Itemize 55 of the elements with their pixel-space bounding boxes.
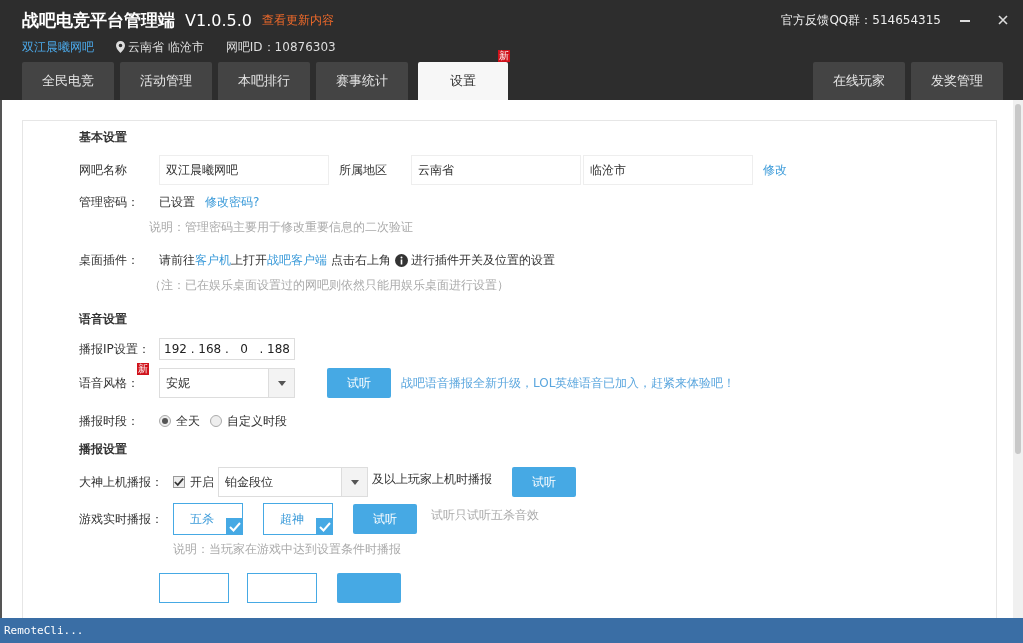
tab[interactable]: 本吧排行 xyxy=(218,62,310,100)
province-field[interactable]: 云南省 xyxy=(411,155,581,185)
tab[interactable]: 活动管理 xyxy=(120,62,212,100)
radio-option[interactable]: 全天 xyxy=(159,412,200,430)
new-badge: 新 xyxy=(137,362,149,375)
cafe-id: 网吧ID：10876303 xyxy=(225,38,336,56)
password-note: 说明：管理密码主要用于修改重要信息的二次验证 xyxy=(149,219,414,235)
field-label: 所属地区 xyxy=(339,161,388,179)
option-toggle[interactable] xyxy=(247,573,317,603)
scrollbar[interactable] xyxy=(1013,100,1023,618)
rank-suffix: 及以上玩家上机时播报 xyxy=(372,471,492,488)
field-label: 语音风格： xyxy=(79,374,140,392)
voice-style-select[interactable]: 安妮 xyxy=(159,368,295,398)
enable-checkbox[interactable]: 开启 xyxy=(173,473,214,491)
feedback-text: 官方反馈QQ群：514654315 xyxy=(781,11,941,29)
info-icon xyxy=(394,253,408,267)
broadcast-note: 说明：当玩家在游戏中达到设置条件时播报 xyxy=(173,541,402,557)
update-link[interactable]: 查看更新内容 xyxy=(261,11,334,29)
caret-icon xyxy=(277,380,286,386)
app-title: 战吧电竞平台管理端 xyxy=(22,8,175,32)
cafe-name-field[interactable]: 双江晨曦网吧 xyxy=(159,155,329,185)
version-text: V1.0.5.0 xyxy=(185,10,252,30)
rank-select[interactable]: 铂金段位 xyxy=(218,467,368,497)
taskbar-item[interactable]: RemoteCli... xyxy=(4,624,84,637)
password-status: 已设置 xyxy=(159,193,195,211)
field-label: 桌面插件： xyxy=(79,251,140,269)
section-heading: 基本设置 xyxy=(79,129,128,146)
field-label: 播报IP设置： xyxy=(79,340,149,358)
plugin-instructions: 请前往客户机上打开战吧客户端 点击右上角 进行插件开关及位置的设置 xyxy=(159,251,556,269)
section-heading: 播报设置 xyxy=(79,441,128,458)
location-text: 云南省 临沧市 xyxy=(128,38,204,56)
city-field[interactable]: 临沧市 xyxy=(583,155,753,185)
promo-text: 战吧语音播报全新升级，LOL英雄语音已加入，赶紧来体验吧！ xyxy=(401,374,736,392)
close-icon xyxy=(997,14,1009,26)
field-label: 游戏实时播报： xyxy=(79,510,163,528)
field-label: 大神上机播报： xyxy=(79,473,163,491)
tab[interactable]: 全民电竞 xyxy=(22,62,114,100)
option-toggle[interactable] xyxy=(159,573,229,603)
new-badge: 新 xyxy=(498,50,510,62)
ip-address-field[interactable]: 192 . 168 . 0 . 188 xyxy=(159,338,295,360)
field-label: 网吧名称 xyxy=(79,161,128,179)
plugin-note: （注：已在娱乐桌面设置过的网吧则依然只能用娱乐桌面进行设置） xyxy=(149,277,510,293)
field-label: 管理密码： xyxy=(79,193,140,211)
cafe-name: 双江晨曦网吧 xyxy=(22,38,94,56)
field-label: 播报时段： xyxy=(79,412,140,430)
radio-option[interactable]: 自定义时段 xyxy=(210,412,287,430)
check-icon xyxy=(174,477,184,487)
tab[interactable]: 赛事统计 xyxy=(316,62,408,100)
section-heading: 语音设置 xyxy=(79,311,128,328)
caret-icon xyxy=(350,479,359,485)
tab[interactable]: 设置 xyxy=(418,62,508,100)
hint-text: 试听只试听五杀音效 xyxy=(431,507,539,524)
location-pin-icon xyxy=(116,41,125,53)
tab[interactable]: 发奖管理 xyxy=(911,62,1003,100)
tab[interactable]: 在线玩家 xyxy=(813,62,905,100)
